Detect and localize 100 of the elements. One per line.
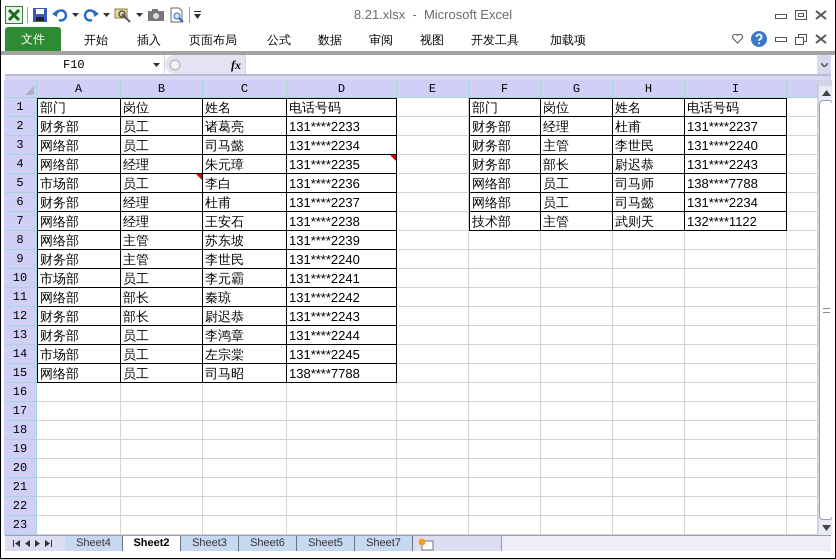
- empty-cell[interactable]: [685, 364, 787, 383]
- ribbon-tab[interactable]: 加载项: [533, 29, 603, 51]
- name-box[interactable]: F10: [5, 55, 165, 74]
- empty-cell[interactable]: [541, 421, 613, 440]
- ribbon-tab[interactable]: 页面布局: [173, 29, 253, 51]
- sheet-tab[interactable]: Sheet2: [123, 536, 181, 551]
- camera-icon[interactable]: [147, 8, 165, 22]
- ribbon-tab[interactable]: 审阅: [355, 29, 407, 51]
- horizontal-scrollbar[interactable]: [501, 536, 831, 551]
- caret-icon[interactable]: [136, 13, 143, 17]
- empty-cell[interactable]: [203, 421, 287, 440]
- empty-cell[interactable]: [203, 383, 287, 402]
- file-menu-tab[interactable]: 文件: [5, 27, 61, 51]
- column-header[interactable]: G: [572, 80, 580, 98]
- empty-cell[interactable]: [203, 440, 287, 459]
- ribbon-tab[interactable]: 开发工具: [457, 29, 533, 51]
- empty-cell[interactable]: [685, 231, 787, 250]
- close-icon[interactable]: [815, 10, 827, 20]
- column-header[interactable]: F: [500, 80, 508, 98]
- empty-cell[interactable]: [685, 269, 787, 288]
- empty-cell[interactable]: [469, 383, 541, 402]
- empty-cell[interactable]: [287, 440, 397, 459]
- empty-cell[interactable]: [685, 459, 787, 478]
- empty-cell[interactable]: [397, 478, 469, 497]
- empty-cell[interactable]: [397, 326, 469, 345]
- chevron-down-icon[interactable]: [820, 62, 828, 66]
- empty-cell[interactable]: [397, 288, 469, 307]
- customize-toolbar-icon[interactable]: [194, 11, 201, 19]
- column-header[interactable]: H: [644, 80, 652, 98]
- empty-cell[interactable]: [397, 421, 469, 440]
- empty-cell[interactable]: [469, 421, 541, 440]
- restore-icon[interactable]: [795, 34, 807, 44]
- empty-cell[interactable]: [469, 250, 541, 269]
- empty-cell[interactable]: [685, 421, 787, 440]
- empty-cell[interactable]: [613, 269, 685, 288]
- help-icon[interactable]: [751, 31, 767, 47]
- empty-cell[interactable]: [287, 402, 397, 421]
- empty-cell[interactable]: [121, 440, 203, 459]
- close-icon[interactable]: [815, 34, 827, 44]
- empty-cell[interactable]: [685, 402, 787, 421]
- empty-cell[interactable]: [685, 478, 787, 497]
- empty-cell[interactable]: [397, 136, 469, 155]
- heart-icon[interactable]: [732, 34, 743, 44]
- empty-cell[interactable]: [397, 193, 469, 212]
- empty-cell[interactable]: [203, 497, 287, 516]
- empty-cell[interactable]: [469, 269, 541, 288]
- empty-cell[interactable]: [613, 326, 685, 345]
- last-sheet-icon[interactable]: [45, 540, 52, 547]
- sheet-tab[interactable]: Sheet3: [181, 536, 239, 551]
- empty-cell[interactable]: [397, 440, 469, 459]
- empty-cell[interactable]: [397, 231, 469, 250]
- empty-cell[interactable]: [469, 326, 541, 345]
- scroll-down-icon[interactable]: [822, 525, 830, 531]
- empty-cell[interactable]: [613, 459, 685, 478]
- ribbon-tab[interactable]: 视图: [407, 29, 457, 51]
- select-all-icon[interactable]: [25, 86, 34, 95]
- empty-cell[interactable]: [541, 250, 613, 269]
- empty-cell[interactable]: [203, 459, 287, 478]
- ribbon-tab[interactable]: 插入: [125, 29, 173, 51]
- empty-cell[interactable]: [397, 383, 469, 402]
- empty-cell[interactable]: [541, 459, 613, 478]
- column-header[interactable]: D: [338, 80, 346, 98]
- empty-cell[interactable]: [469, 288, 541, 307]
- empty-cell[interactable]: [685, 307, 787, 326]
- empty-cell[interactable]: [469, 440, 541, 459]
- spreadsheet-logo-icon[interactable]: [5, 6, 23, 24]
- caret-icon[interactable]: [103, 13, 110, 17]
- empty-cell[interactable]: [613, 421, 685, 440]
- empty-cell[interactable]: [685, 326, 787, 345]
- empty-cell[interactable]: [469, 478, 541, 497]
- next-sheet-icon[interactable]: [35, 540, 40, 547]
- empty-cell[interactable]: [469, 459, 541, 478]
- redo-icon[interactable]: [83, 8, 99, 22]
- empty-cell[interactable]: [541, 383, 613, 402]
- empty-cell[interactable]: [613, 440, 685, 459]
- previous-sheet-icon[interactable]: [25, 540, 30, 547]
- empty-cell[interactable]: [287, 383, 397, 402]
- save-icon[interactable]: [32, 7, 48, 23]
- empty-cell[interactable]: [397, 497, 469, 516]
- empty-cell[interactable]: [287, 478, 397, 497]
- dropdown-caret-icon[interactable]: [153, 62, 160, 66]
- empty-cell[interactable]: [613, 231, 685, 250]
- column-header[interactable]: E: [428, 80, 436, 98]
- empty-cell[interactable]: [613, 497, 685, 516]
- empty-cell[interactable]: [613, 364, 685, 383]
- sheet-tab[interactable]: Sheet6: [239, 536, 297, 551]
- empty-cell[interactable]: [121, 478, 203, 497]
- empty-cell[interactable]: [469, 231, 541, 250]
- ribbon-tab[interactable]: 开始: [67, 29, 125, 51]
- maximize-icon[interactable]: [795, 10, 807, 20]
- expand-formula-button[interactable]: [817, 55, 831, 74]
- empty-cell[interactable]: [541, 497, 613, 516]
- empty-cell[interactable]: [397, 459, 469, 478]
- empty-cell[interactable]: [613, 345, 685, 364]
- empty-cell[interactable]: [469, 497, 541, 516]
- empty-cell[interactable]: [203, 478, 287, 497]
- empty-cell[interactable]: [121, 383, 203, 402]
- ribbon-tab[interactable]: 公式: [253, 29, 305, 51]
- print-preview-icon[interactable]: [169, 7, 185, 23]
- column-header[interactable]: A: [74, 80, 82, 98]
